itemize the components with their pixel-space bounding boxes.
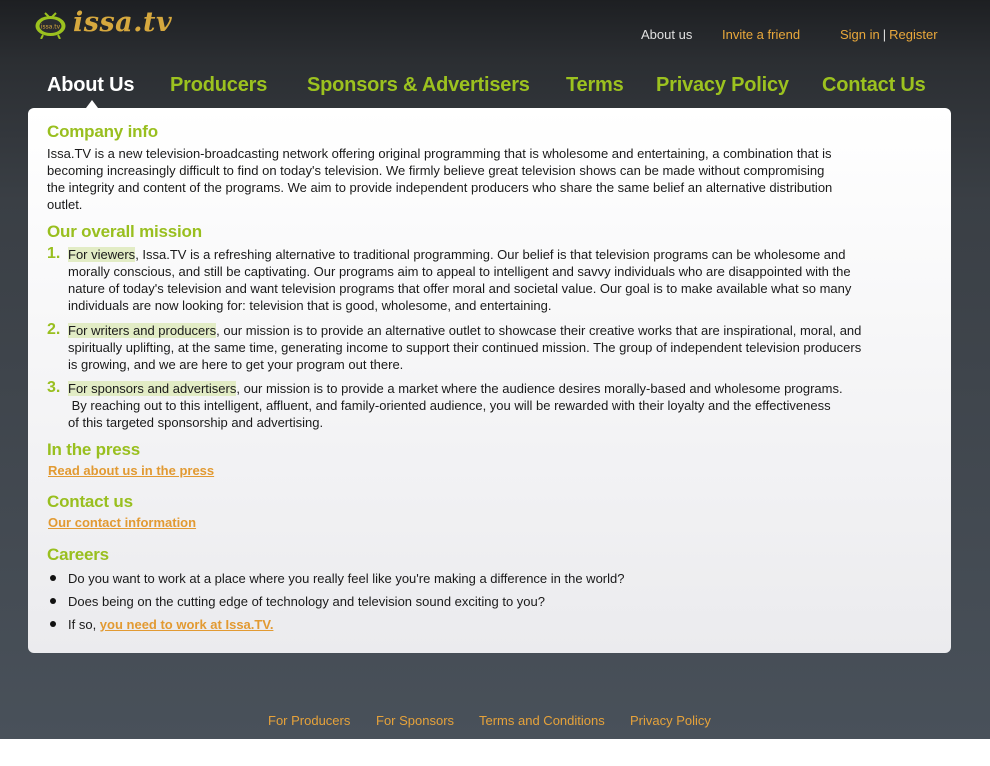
mission-line: nature of today's television and want te…: [68, 281, 852, 296]
logo-wordmark: issa.tv: [73, 7, 173, 38]
heading-careers: Careers: [47, 545, 109, 564]
mission-number-2: 2.: [47, 321, 61, 338]
heading-overall-mission: Our overall mission: [47, 222, 202, 241]
careers-prefix: If so,: [68, 617, 100, 632]
nav-tab-about-us[interactable]: About Us: [47, 74, 134, 97]
footer-link-for-producers[interactable]: For Producers: [268, 713, 350, 728]
heading-in-the-press: In the press: [47, 440, 141, 459]
mission-text: , our mission is to provide an alternati…: [216, 323, 862, 338]
top-link-invite-friend[interactable]: Invite a friend: [722, 27, 800, 42]
highlight-for-viewers: For viewers: [68, 247, 136, 262]
mission-line: of this targeted sponsorship and adverti…: [68, 415, 324, 430]
highlight-for-sponsors: For sponsors and advertisers: [68, 381, 237, 396]
nav-tab-privacy-policy[interactable]: Privacy Policy: [656, 74, 789, 97]
mission-number-3: 3.: [47, 379, 61, 396]
mission-line: morally conscious, and still be captivat…: [68, 264, 851, 279]
nav-tab-sponsors-advertisers[interactable]: Sponsors & Advertisers: [307, 74, 530, 97]
heading-company-info: Company info: [47, 122, 158, 141]
tv-icon: issa.tv: [34, 9, 67, 40]
mission-line: spiritually uplifting, at the same time,…: [68, 340, 862, 355]
mission-text: , our mission is to provide a market whe…: [236, 381, 843, 396]
heading-contact-us: Contact us: [47, 492, 133, 511]
company-line: the integrity and content of the program…: [47, 180, 833, 195]
company-line: Issa.TV is a new television-broadcasting…: [47, 146, 832, 161]
active-tab-indicator: [86, 100, 98, 108]
mission-line: By reaching out to this intelligent, aff…: [68, 398, 831, 413]
mission-number-1: 1.: [47, 245, 61, 262]
footer-link-for-sponsors[interactable]: For Sponsors: [376, 713, 454, 728]
footer-link-terms-conditions[interactable]: Terms and Conditions: [479, 713, 605, 728]
careers-bullet: Do you want to work at a place where you…: [68, 571, 625, 586]
nav-tab-contact-us[interactable]: Contact Us: [822, 74, 926, 97]
mission-item-writers: For writers and producers, our mission i…: [68, 322, 930, 373]
auth-separator: |: [882, 27, 887, 42]
highlight-for-writers: For writers and producers: [68, 323, 217, 338]
site-logo[interactable]: issa.tv issa.tv: [34, 7, 173, 40]
company-info-text: Issa.TV is a new television-broadcasting…: [47, 145, 907, 213]
mission-text: , Issa.TV is a refreshing alternative to…: [135, 247, 846, 262]
top-link-about-us[interactable]: About us: [641, 27, 692, 42]
contact-info-link[interactable]: Our contact information: [48, 515, 196, 530]
company-line: becoming increasingly difficult to find …: [47, 163, 825, 178]
company-line: outlet.: [47, 197, 83, 212]
footer-link-privacy-policy[interactable]: Privacy Policy: [630, 713, 711, 728]
mission-line: is growing, and we are here to get your …: [68, 357, 404, 372]
careers-bullet: Does being on the cutting edge of techno…: [68, 594, 546, 609]
mission-item-viewers: For viewers, Issa.TV is a refreshing alt…: [68, 246, 930, 314]
press-link[interactable]: Read about us in the press: [48, 463, 214, 478]
nav-tab-producers[interactable]: Producers: [170, 74, 267, 97]
bullet-icon: [50, 621, 56, 627]
bullet-icon: [50, 598, 56, 604]
register-link[interactable]: Register: [889, 27, 937, 42]
mission-line: individuals are now looking for: televis…: [68, 298, 552, 313]
top-auth-links: Sign in | Register: [840, 27, 938, 42]
sign-in-link[interactable]: Sign in: [840, 27, 880, 42]
bullet-icon: [50, 575, 56, 581]
logo-badge-text: issa.tv: [41, 24, 61, 31]
careers-bullet-last: If so, you need to work at Issa.TV.: [68, 617, 273, 632]
nav-tab-terms[interactable]: Terms: [566, 74, 624, 97]
mission-item-sponsors: For sponsors and advertisers, our missio…: [68, 380, 930, 431]
careers-work-link[interactable]: you need to work at Issa.TV.: [100, 617, 274, 632]
